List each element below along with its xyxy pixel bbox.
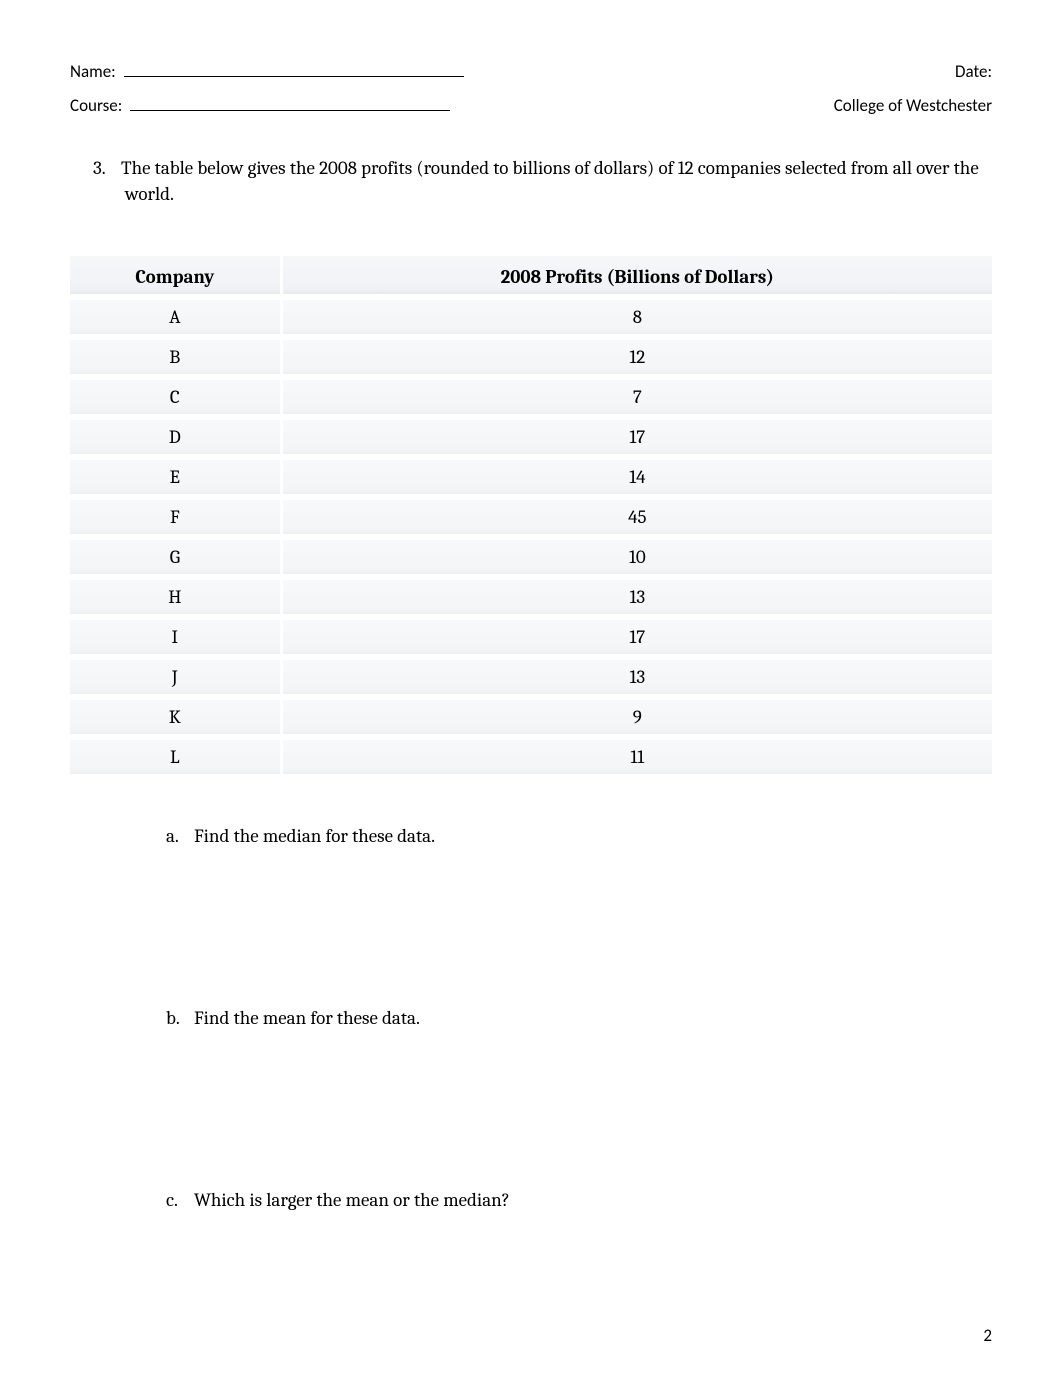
cell-profit: 11 (283, 740, 992, 776)
table-row: E14 (70, 460, 992, 496)
cell-company: H (70, 580, 283, 616)
question-text: The table below gives the 2008 profits (… (121, 157, 979, 205)
table-row: J13 (70, 660, 992, 696)
data-table-wrap: Company 2008 Profits (Billions of Dollar… (70, 252, 992, 780)
table-row: D17 (70, 420, 992, 456)
question-number: 3. (93, 156, 121, 182)
cell-company: D (70, 420, 283, 456)
profits-table: Company 2008 Profits (Billions of Dollar… (70, 252, 992, 780)
cell-company: F (70, 500, 283, 536)
sub-question-b: b.Find the mean for these data. (170, 1007, 992, 1029)
sub-letter-b: b. (166, 1007, 194, 1029)
question-block: 3.The table below gives the 2008 profits… (70, 156, 992, 207)
date-label: Date: (955, 61, 992, 82)
sub-letter-c: c. (166, 1189, 194, 1211)
table-row: H13 (70, 580, 992, 616)
cell-profit: 7 (283, 380, 992, 416)
cell-profit: 10 (283, 540, 992, 576)
cell-profit: 9 (283, 700, 992, 736)
table-row: F45 (70, 500, 992, 536)
table-row: K9 (70, 700, 992, 736)
sub-text-a: Find the median for these data. (194, 825, 435, 847)
sub-letter-a: a. (166, 825, 194, 847)
col-header-profits: 2008 Profits (Billions of Dollars) (283, 256, 992, 296)
sub-text-c: Which is larger the mean or the median? (194, 1189, 510, 1211)
course-field: Course: (70, 94, 450, 116)
name-label: Name: (70, 61, 116, 82)
table-row: B12 (70, 340, 992, 376)
table-header-row: Company 2008 Profits (Billions of Dollar… (70, 256, 992, 296)
table-row: A8 (70, 300, 992, 336)
name-input-line[interactable] (124, 60, 464, 77)
course-label: Course: (70, 95, 122, 116)
table-row: I17 (70, 620, 992, 656)
table-row: G10 (70, 540, 992, 576)
cell-profit: 13 (283, 580, 992, 616)
table-row: L11 (70, 740, 992, 776)
table-row: C7 (70, 380, 992, 416)
cell-company: C (70, 380, 283, 416)
course-input-line[interactable] (130, 94, 450, 111)
cell-profit: 17 (283, 620, 992, 656)
name-field: Name: (70, 60, 464, 82)
cell-profit: 8 (283, 300, 992, 336)
cell-company: G (70, 540, 283, 576)
page-number: 2 (983, 1325, 992, 1346)
cell-profit: 45 (283, 500, 992, 536)
cell-company: K (70, 700, 283, 736)
cell-company: J (70, 660, 283, 696)
cell-company: I (70, 620, 283, 656)
sub-text-b: Find the mean for these data. (194, 1007, 420, 1029)
cell-company: B (70, 340, 283, 376)
cell-company: E (70, 460, 283, 496)
cell-profit: 17 (283, 420, 992, 456)
institution-label: College of Westchester (834, 95, 992, 116)
cell-profit: 13 (283, 660, 992, 696)
col-header-company: Company (70, 256, 283, 296)
cell-company: L (70, 740, 283, 776)
header-row-2: Course: College of Westchester (70, 94, 992, 116)
sub-question-c: c.Which is larger the mean or the median… (170, 1189, 992, 1211)
sub-question-a: a.Find the median for these data. (170, 825, 992, 847)
cell-profit: 14 (283, 460, 992, 496)
header-row-1: Name: Date: (70, 60, 992, 82)
sub-questions: a.Find the median for these data. b.Find… (70, 825, 992, 1211)
cell-company: A (70, 300, 283, 336)
cell-profit: 12 (283, 340, 992, 376)
